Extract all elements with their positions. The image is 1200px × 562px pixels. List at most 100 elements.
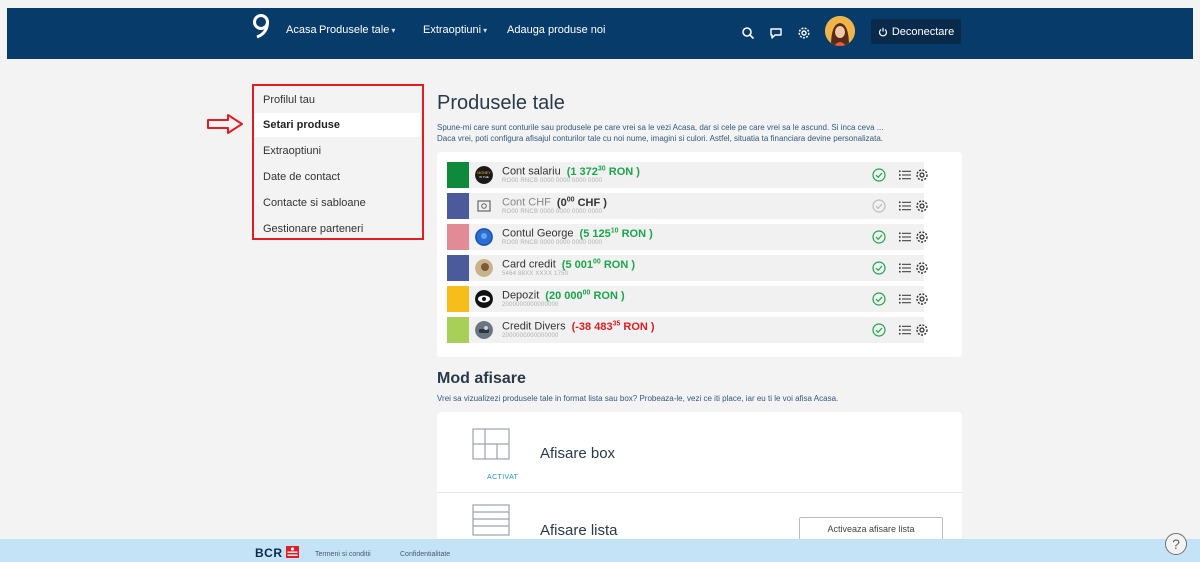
settings-icon[interactable] — [797, 26, 811, 40]
box-view-status: ACTIVAT — [487, 474, 519, 481]
settings-sidebar: Profilul tau Setari produse Extraoptiuni… — [252, 84, 424, 240]
account-row[interactable]: Credit Divers (-38 48335 RON ) 20000000000… — [447, 317, 928, 343]
account-name: Card credit (5 00100 RON ) — [502, 258, 636, 271]
sidebar-item-extras[interactable]: Extraoptiuni — [254, 139, 420, 163]
divider — [437, 492, 962, 493]
nav-extras[interactable]: Extraoptiuni ▾ — [423, 24, 487, 36]
list-icon[interactable] — [899, 231, 911, 243]
account-balance: (1 37230 RON ) — [566, 165, 640, 178]
sidebar-item-profile[interactable]: Profilul tau — [254, 88, 420, 112]
money-avatar-icon: MONEY IS THE — [475, 166, 493, 184]
account-name: Cont salariu (1 37230 RON ) — [502, 165, 640, 178]
list-icon[interactable] — [899, 293, 911, 305]
account-name: Credit Divers (-38 48335 RON ) — [502, 320, 655, 333]
arrow-right-icon — [207, 114, 243, 134]
nav-home-label: Acasa — [286, 24, 317, 36]
footer-link-terms[interactable]: Termeni si conditii — [315, 551, 371, 558]
list-icon[interactable] — [899, 200, 911, 212]
account-row[interactable]: MONEY IS THE Cont salariu (1 37230 RON ) RO0… — [447, 162, 928, 188]
bcr-brand-text: BCR — [255, 546, 283, 560]
account-color-swatch[interactable] — [447, 193, 469, 219]
account-color-swatch[interactable] — [447, 224, 469, 250]
check-circle-icon[interactable] — [872, 230, 886, 244]
footer: BCR Termeni si conditii Confidentialitat… — [0, 539, 1200, 562]
account-balance: (20 00000 RON ) — [545, 289, 625, 302]
gear-icon[interactable] — [915, 261, 929, 275]
list-icon[interactable] — [899, 262, 911, 274]
sidebar-item-partners[interactable]: Gestionare parteneri — [254, 217, 420, 241]
gear-icon[interactable] — [915, 230, 929, 244]
nav-products-label: Produsele tale — [319, 24, 390, 36]
account-iban: 5464 88XX XXXX 1750 — [502, 271, 569, 277]
account-balance: (000 CHF ) — [556, 196, 607, 209]
account-balance: (5 12510 RON ) — [579, 227, 653, 240]
account-name: Depozit (20 00000 RON ) — [502, 289, 625, 302]
account-iban: 2000000000000000 — [502, 302, 559, 308]
gear-icon[interactable] — [915, 168, 929, 182]
user-avatar[interactable] — [825, 16, 855, 46]
chevron-down-icon: ▾ — [391, 26, 396, 35]
account-row[interactable]: Cont CHF (000 CHF ) RO00 RNCB 0000 0000 00… — [447, 193, 928, 219]
chat-icon[interactable] — [769, 26, 783, 40]
list-icon[interactable] — [899, 169, 911, 181]
nav-home[interactable]: Acasa — [286, 24, 317, 36]
display-mode-card: Afisare box ACTIVAT Afisare lista Active… — [437, 412, 962, 547]
activate-list-view-button[interactable]: Activeaza afisare lista — [799, 517, 943, 541]
page-title: Produsele tale — [437, 92, 565, 114]
deposit-avatar-icon — [475, 290, 493, 308]
bcr-logo[interactable]: BCR — [255, 546, 300, 560]
page-description: Spune-mi care sunt conturile sau produse… — [437, 122, 977, 144]
nav-products[interactable]: Produsele tale ▾ — [319, 24, 395, 36]
sidebar-item-product-settings[interactable]: Setari produse — [254, 113, 420, 137]
account-row[interactable]: Contul George (5 12510 RON ) RO00 RNCB 000… — [447, 224, 928, 250]
accounts-card: MONEY IS THE Cont salariu (1 37230 RON ) RO0… — [437, 152, 962, 357]
globe-avatar-icon — [475, 228, 493, 246]
card-avatar-icon — [475, 259, 493, 277]
account-iban: RO00 RNCB 0000 0000 0000 0000 — [502, 178, 603, 184]
account-row[interactable]: Card credit (5 00100 RON ) 5464 88XX XXXX … — [447, 255, 928, 281]
account-color-swatch[interactable] — [447, 162, 469, 188]
footer-link-privacy[interactable]: Confidentialitate — [400, 551, 450, 558]
list-icon[interactable] — [899, 324, 911, 336]
gear-icon[interactable] — [915, 323, 929, 337]
account-iban: 2000000000000000 — [502, 333, 559, 339]
account-row[interactable]: Depozit (20 00000 RON ) 2000000000000000 — [447, 286, 928, 312]
page-description-line1: Spune-mi care sunt conturile sau produse… — [437, 123, 884, 132]
page-description-line2: Daca vrei, poti configura afisajul contu… — [437, 134, 884, 143]
list-view-label: Afisare lista — [540, 522, 618, 539]
display-mode-description: Vrei sa vizualizezi produsele tale in fo… — [437, 394, 839, 403]
nav-extras-label: Extraoptiuni — [423, 24, 482, 36]
sidebar-item-contact-details[interactable]: Date de contact — [254, 165, 420, 189]
gear-icon[interactable] — [915, 292, 929, 306]
account-color-swatch[interactable] — [447, 317, 469, 343]
check-circle-icon[interactable] — [872, 168, 886, 182]
box-view-icon — [472, 428, 510, 460]
check-circle-icon[interactable] — [872, 199, 886, 213]
box-view-label: Afisare box — [540, 445, 616, 462]
george-logo[interactable] — [251, 13, 271, 41]
account-color-swatch[interactable] — [447, 286, 469, 312]
list-view-icon — [472, 504, 510, 536]
account-name: Cont CHF (000 CHF ) — [502, 196, 607, 209]
camera-icon — [475, 197, 493, 215]
sidebar-item-contacts-templates[interactable]: Contacte si sabloane — [254, 191, 420, 215]
account-name: Contul George (5 12510 RON ) — [502, 227, 653, 240]
account-color-swatch[interactable] — [447, 255, 469, 281]
account-iban: RO00 RNCB 0000 0000 0000 0000 — [502, 209, 603, 215]
check-circle-icon[interactable] — [872, 292, 886, 306]
check-circle-icon[interactable] — [872, 323, 886, 337]
nav-add-products[interactable]: Adauga produse noi — [507, 24, 605, 36]
logout-button[interactable]: Deconectare — [871, 19, 961, 44]
search-icon[interactable] — [741, 26, 755, 40]
help-icon: ? — [1172, 536, 1180, 552]
logout-label: Deconectare — [891, 25, 955, 38]
account-balance: (5 00100 RON ) — [561, 258, 636, 271]
gear-icon[interactable] — [915, 199, 929, 213]
check-circle-icon[interactable] — [872, 261, 886, 275]
chevron-down-icon: ▾ — [483, 26, 488, 35]
svg-text:IS THE: IS THE — [479, 175, 489, 179]
power-icon — [878, 27, 887, 36]
car-avatar-icon — [475, 321, 493, 339]
account-iban: RO00 RNCB 0000 0000 0000 0000 — [502, 240, 603, 246]
help-button[interactable]: ? — [1165, 533, 1187, 555]
